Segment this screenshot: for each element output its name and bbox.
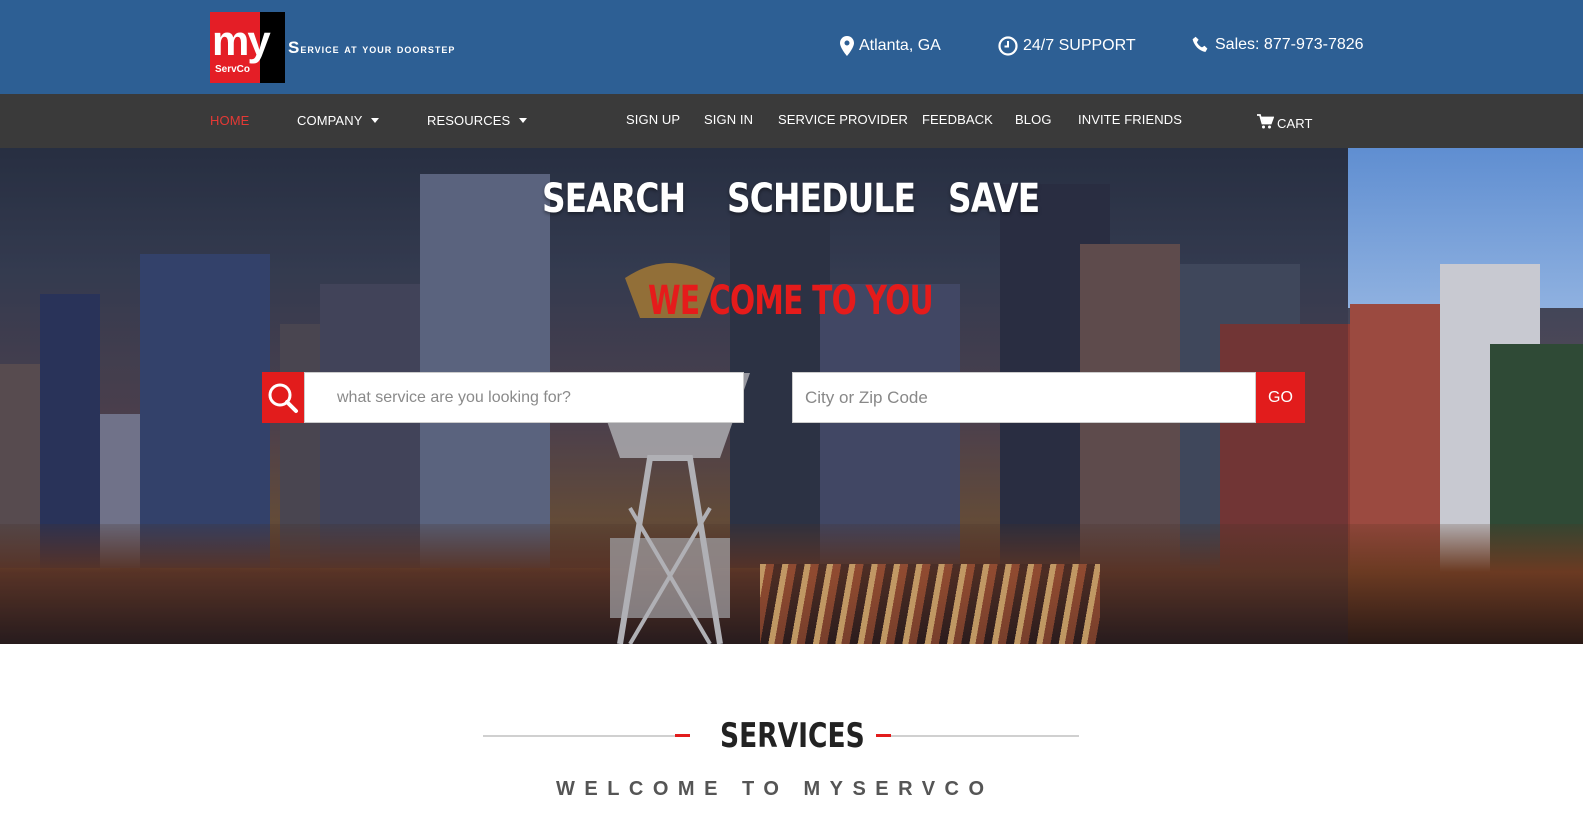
phone-icon	[1192, 36, 1208, 52]
location-text: Atlanta, GA	[859, 37, 941, 54]
nav-signin[interactable]: SIGN IN	[704, 112, 753, 127]
search-button[interactable]	[262, 372, 304, 423]
main-nav: HOME COMPANY RESOURCES SIGN UP SIGN IN S…	[0, 94, 1583, 148]
city-zip-input[interactable]	[792, 372, 1256, 423]
nav-company[interactable]: COMPANY	[297, 113, 380, 128]
sales-text: Sales: 877-973-7826	[1215, 36, 1364, 53]
nav-resources-label: RESOURCES	[427, 113, 511, 128]
search-icon	[268, 383, 298, 413]
clock-icon	[998, 36, 1018, 56]
nav-feedback[interactable]: FEEDBACK	[922, 112, 993, 127]
nav-blog[interactable]: BLOG	[1015, 112, 1052, 127]
services-accent-right	[876, 734, 891, 737]
support-text: 24/7 SUPPORT	[1023, 37, 1136, 54]
hero-subtitle: WE COME TO YOU	[648, 278, 934, 324]
nav-service-provider[interactable]: SERVICE PROVIDER	[778, 112, 908, 127]
sales-info[interactable]: Sales: 877-973-7826	[1192, 36, 1364, 54]
services-divider-right	[891, 735, 1079, 737]
logo-text: my	[212, 17, 271, 64]
cart-label: CART	[1277, 116, 1313, 131]
myservco-logo[interactable]: my ServCo	[210, 12, 285, 83]
service-search-input[interactable]	[304, 372, 744, 423]
hero-word-schedule: SCHEDULE	[727, 176, 916, 222]
chevron-down-icon	[371, 118, 380, 123]
nav-home[interactable]: HOME	[210, 113, 249, 128]
tagline-initial: S	[288, 38, 301, 57]
support-info[interactable]: 24/7 SUPPORT	[998, 36, 1136, 56]
services-accent-left	[675, 734, 690, 737]
location-info[interactable]: Atlanta, GA	[840, 36, 941, 56]
hero-banner: SEARCH SCHEDULE SAVE WE COME TO YOU GO	[0, 148, 1583, 644]
logo-subtext: ServCo	[215, 64, 251, 75]
chevron-down-icon	[519, 118, 528, 123]
tagline-rest: ervice at your doorstep	[300, 41, 456, 56]
nav-company-label: COMPANY	[297, 113, 363, 128]
hero-word-search: SEARCH	[542, 176, 686, 222]
services-divider-left	[483, 735, 675, 737]
nav-invite-friends[interactable]: INVITE FRIENDS	[1078, 112, 1182, 127]
nav-cart[interactable]: CART	[1257, 112, 1313, 131]
services-title: SERVICES	[720, 716, 865, 756]
nav-resources[interactable]: RESOURCES	[427, 113, 528, 128]
go-button[interactable]: GO	[1256, 372, 1305, 423]
top-header: my ServCo Service at your doorstep Atlan…	[0, 0, 1583, 94]
hero-word-save: SAVE	[948, 176, 1040, 222]
cart-icon	[1257, 114, 1274, 129]
services-subtitle: WELCOME TO MYSERVCO	[556, 778, 994, 800]
tagline: Service at your doorstep	[288, 38, 455, 58]
map-pin-icon	[840, 36, 854, 56]
nav-signup[interactable]: SIGN UP	[626, 112, 680, 127]
